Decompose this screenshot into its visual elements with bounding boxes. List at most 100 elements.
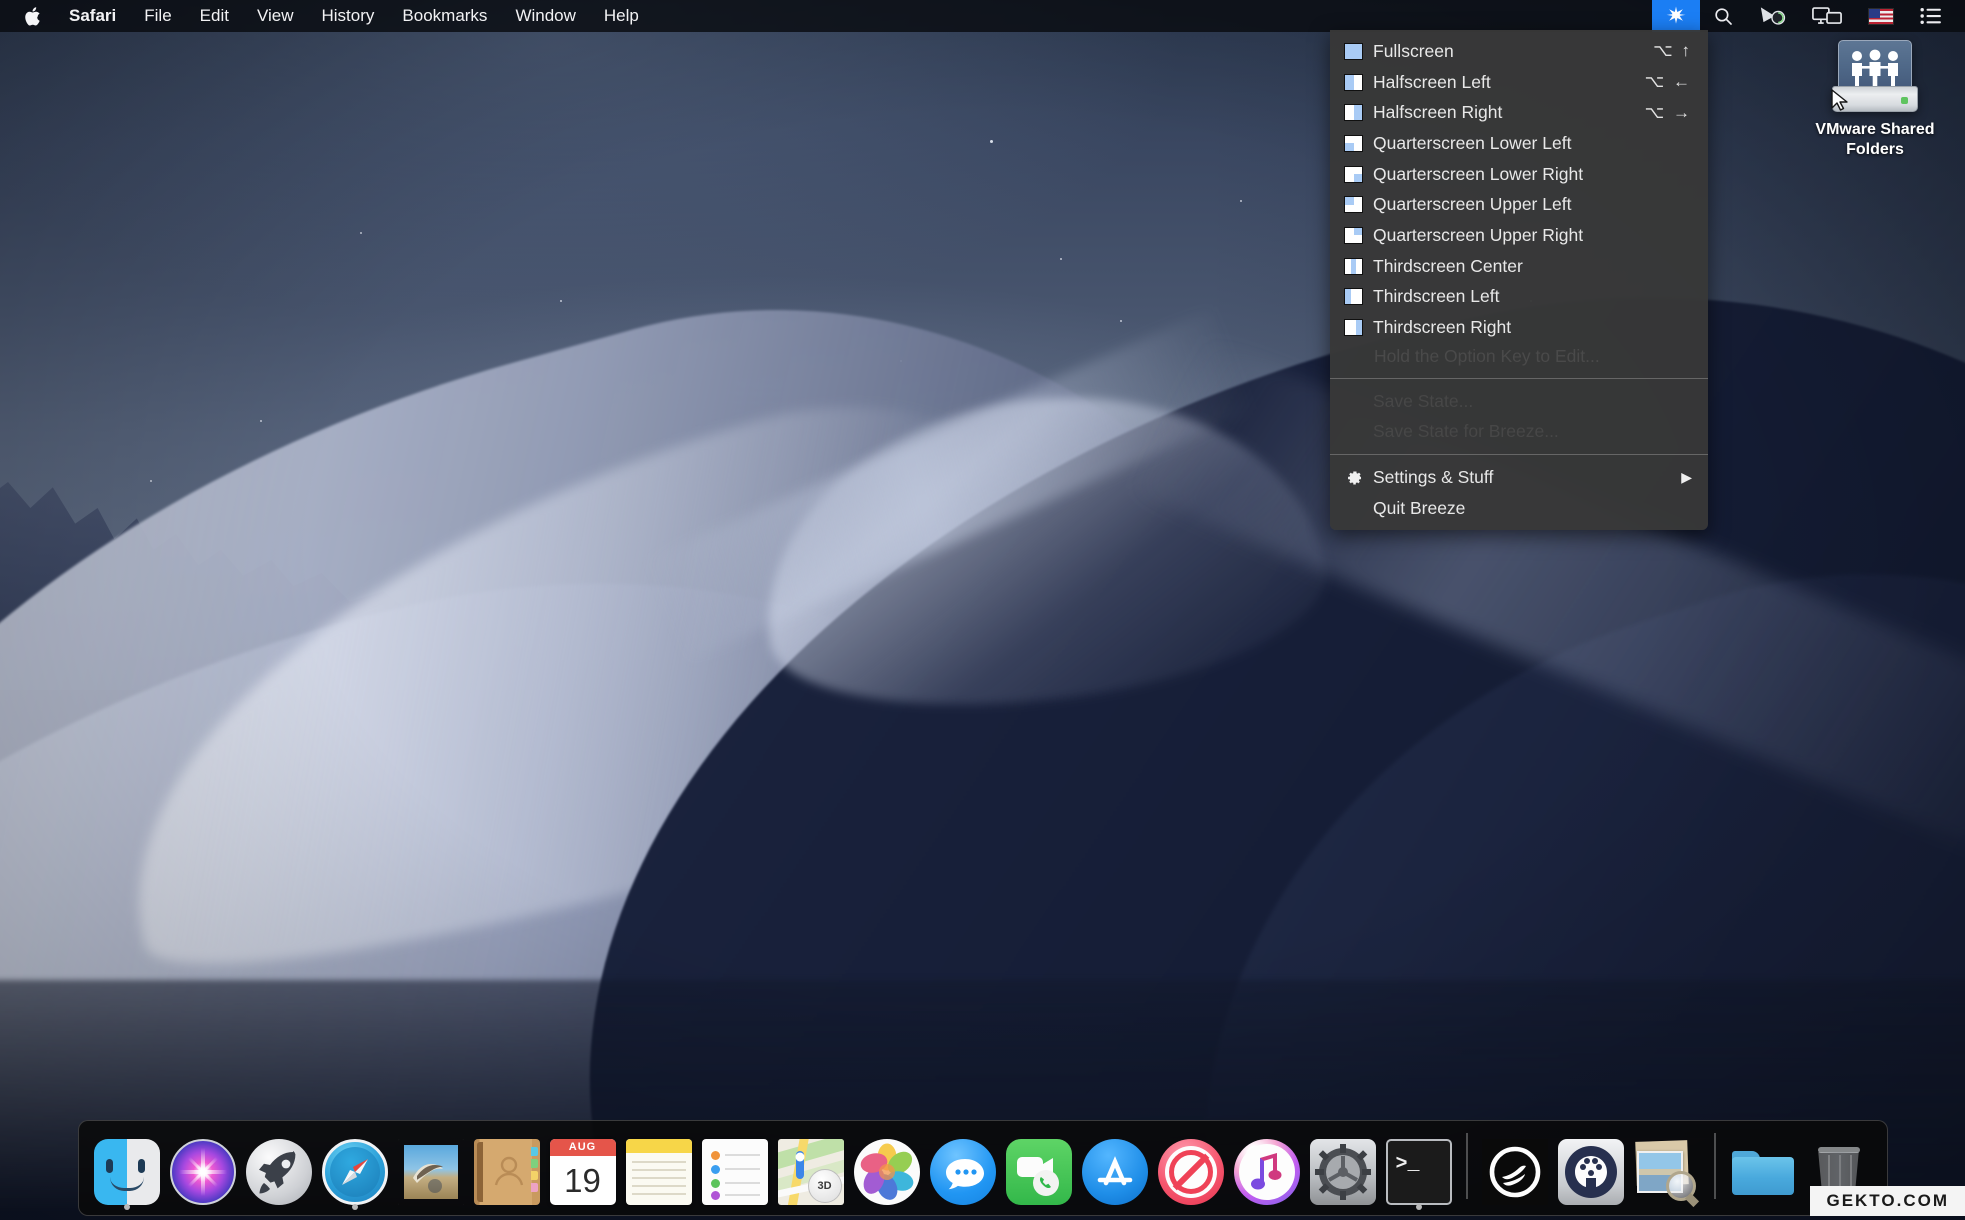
messages-bubble-icon (929, 1139, 996, 1205)
dock-item-reminders[interactable] (697, 1123, 773, 1211)
dock-item-app-store[interactable] (1077, 1123, 1153, 1211)
notification-center-icon[interactable] (1907, 0, 1955, 32)
network-drive-icon (1831, 40, 1918, 112)
dock-item-finder[interactable] (89, 1123, 165, 1211)
running-indicator (123, 1204, 130, 1210)
breeze-menu-extra-icon[interactable] (1652, 0, 1700, 32)
dock-item-downloads-folder[interactable] (1725, 1123, 1801, 1211)
menu-bar-item-help[interactable]: Help (590, 0, 653, 32)
breeze-dropdown-menu: Fullscreen ⌥ ↑ Halfscreen Left ⌥ ← Halfs… (1330, 30, 1708, 530)
siri-icon (169, 1139, 236, 1205)
menu-item-label: Quarterscreen Upper Left (1373, 194, 1572, 215)
menu-item-quarterscreen-upper-left[interactable]: Quarterscreen Upper Left (1330, 189, 1708, 220)
siri-icon[interactable] (1747, 0, 1799, 32)
launchpad-rocket-icon (245, 1139, 312, 1205)
calendar-month: AUG (549, 1139, 616, 1156)
layout-thumb-quarter-upper-left-icon (1344, 196, 1363, 214)
menu-item-halfscreen-left[interactable]: Halfscreen Left ⌥ ← (1330, 67, 1708, 98)
facetime-icon (1005, 1139, 1072, 1205)
dock-item-terminal[interactable]: >_ (1381, 1123, 1457, 1211)
watermark: GEKTO.COM (1810, 1186, 1965, 1216)
menu-item-halfscreen-right[interactable]: Halfscreen Right ⌥ → (1330, 97, 1708, 128)
mail-stamp-icon (397, 1139, 464, 1205)
screen-mirroring-icon[interactable] (1799, 0, 1855, 32)
menu-bar-item-history[interactable]: History (308, 0, 389, 32)
menu-item-label: Quarterscreen Upper Right (1373, 224, 1584, 245)
menu-item-label: Save State for Breeze... (1373, 421, 1559, 442)
apple-logo-icon[interactable] (12, 0, 55, 32)
dock-item-launchpad[interactable] (241, 1123, 317, 1211)
dock-item-itunes[interactable] (1229, 1123, 1305, 1211)
layout-thumb-third-right-icon (1344, 319, 1363, 337)
notes-icon (625, 1139, 692, 1205)
menu-item-quarterscreen-lower-left[interactable]: Quarterscreen Lower Left (1330, 128, 1708, 159)
menu-item-shortcut: ⌥ ← (1644, 72, 1692, 92)
dock-item-system-preferences[interactable] (1305, 1123, 1381, 1211)
menu-separator (1330, 454, 1708, 456)
menu-bar-item-safari[interactable]: Safari (55, 0, 130, 32)
menu-item-thirdscreen-right[interactable]: Thirdscreen Right (1330, 312, 1708, 343)
menu-item-label: Thirdscreen Center (1373, 255, 1523, 276)
news-icon (1157, 1139, 1224, 1205)
dock-item-messages[interactable] (925, 1123, 1001, 1211)
dock-item-notes[interactable] (621, 1123, 697, 1211)
calendar-day: 19 (564, 1162, 601, 1199)
dock-item-siri[interactable] (165, 1123, 241, 1211)
dock-item-photos[interactable] (849, 1123, 925, 1211)
layout-thumb-quarter-lower-right-icon (1344, 165, 1363, 183)
finder-icon (93, 1139, 160, 1205)
dock-item-midi-app[interactable] (1553, 1123, 1629, 1211)
layout-thumb-quarter-lower-left-icon (1344, 134, 1363, 152)
menu-bar-item-file[interactable]: File (130, 0, 185, 32)
alias-arrow-icon (1830, 89, 1850, 116)
dock: AUG 19 3D >_ (77, 1120, 1888, 1216)
dock-item-maps[interactable]: 3D (773, 1123, 849, 1211)
menu-item-quit-breeze[interactable]: Quit Breeze (1330, 493, 1708, 524)
terminal-icon: >_ (1385, 1139, 1452, 1205)
spotlight-search-icon[interactable] (1700, 0, 1747, 32)
contacts-book-icon (473, 1139, 540, 1205)
menu-bar-status-items (1652, 0, 1965, 32)
dock-item-preview-app[interactable] (1629, 1123, 1705, 1211)
menu-item-label: Quit Breeze (1373, 497, 1466, 518)
menu-item-quarterscreen-lower-right[interactable]: Quarterscreen Lower Right (1330, 159, 1708, 190)
safari-compass-icon (321, 1139, 388, 1205)
menu-item-thirdscreen-left[interactable]: Thirdscreen Left (1330, 282, 1708, 313)
drive-status-led-icon (1901, 97, 1908, 104)
menu-item-label: Settings & Stuff (1373, 467, 1494, 488)
breeze-app-icon (1481, 1139, 1548, 1205)
dock-item-calendar[interactable]: AUG 19 (545, 1123, 621, 1211)
folder-icon (1730, 1139, 1796, 1205)
menu-bar-item-view[interactable]: View (243, 0, 308, 32)
dock-item-contacts[interactable] (469, 1123, 545, 1211)
maps-icon: 3D (777, 1139, 844, 1205)
running-indicator (1415, 1204, 1422, 1210)
menu-bar-item-bookmarks[interactable]: Bookmarks (388, 0, 501, 32)
dock-item-facetime[interactable] (1001, 1123, 1077, 1211)
us-flag-glyph (1868, 7, 1894, 25)
menu-item-label: Quarterscreen Lower Left (1373, 132, 1572, 153)
menu-item-settings-and-stuff[interactable]: Settings & Stuff ▶ (1330, 462, 1708, 493)
preview-icon (1634, 1139, 1700, 1208)
menu-item-fullscreen[interactable]: Fullscreen ⌥ ↑ (1330, 36, 1708, 67)
photos-pinwheel-icon (853, 1139, 920, 1205)
dock-item-breeze-app[interactable] (1477, 1123, 1553, 1211)
dock-item-mail[interactable] (393, 1123, 469, 1211)
menu-bar-item-window[interactable]: Window (501, 0, 589, 32)
menu-item-quarterscreen-upper-right[interactable]: Quarterscreen Upper Right (1330, 220, 1708, 251)
input-flag-us-icon[interactable] (1855, 0, 1907, 32)
menu-item-thirdscreen-center[interactable]: Thirdscreen Center (1330, 251, 1708, 282)
audio-midi-setup-icon (1557, 1139, 1624, 1205)
menu-bar-item-edit[interactable]: Edit (186, 0, 243, 32)
menu-item-shortcut: ⌥ → (1644, 102, 1692, 122)
itunes-music-note-icon (1233, 1139, 1300, 1205)
system-preferences-gear-icon (1309, 1139, 1376, 1205)
layout-thumb-fullscreen-icon (1344, 42, 1363, 60)
menu-item-label: Quarterscreen Lower Right (1373, 163, 1584, 184)
dock-separator (1713, 1133, 1716, 1199)
maps-3d-badge: 3D (807, 1169, 842, 1203)
desktop-icon-vmware-shared-folders[interactable]: VMware Shared Folders (1800, 40, 1950, 160)
gear-icon (1344, 469, 1363, 487)
dock-item-safari[interactable] (317, 1123, 393, 1211)
dock-item-news[interactable] (1153, 1123, 1229, 1211)
